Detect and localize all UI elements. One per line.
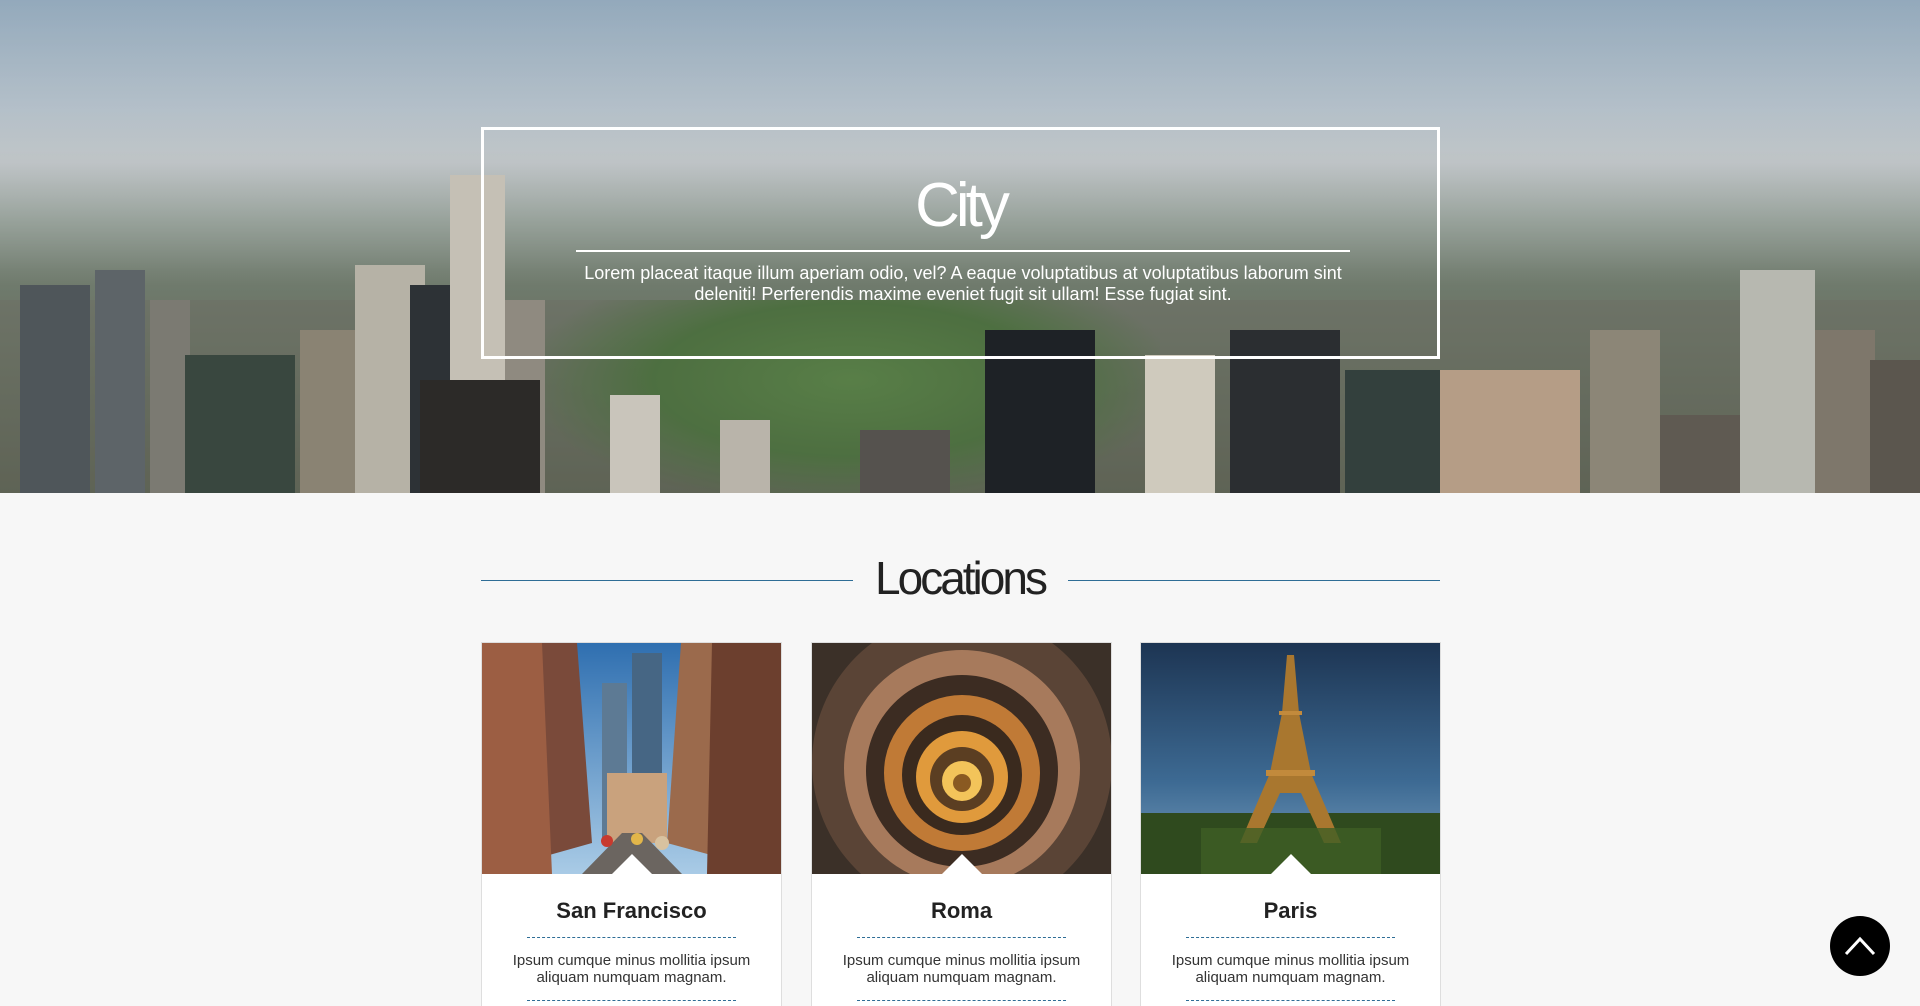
hero-title: City — [915, 171, 1010, 240]
card-divider-top — [857, 937, 1066, 938]
san-francisco-image — [482, 643, 781, 874]
hero-title-frame: City Lorem placeat itaque illum aperiam … — [481, 127, 1440, 359]
roma-image — [812, 643, 1111, 874]
card-divider-bottom — [527, 1000, 736, 1001]
location-card-san-francisco[interactable]: San Francisco Ipsum cumque minus molliti… — [481, 642, 782, 1006]
card-divider-top — [527, 937, 736, 938]
scroll-to-top-button[interactable] — [1830, 916, 1890, 976]
card-notch — [1270, 854, 1312, 875]
locations-heading-line-right — [1068, 580, 1440, 581]
hero-description: Lorem placeat itaque illum aperiam odio,… — [584, 263, 1342, 304]
hero-divider — [576, 250, 1350, 252]
location-card-paris[interactable]: Paris Ipsum cumque minus mollitia ipsum … — [1140, 642, 1441, 1006]
hero-banner: City Lorem placeat itaque illum aperiam … — [0, 0, 1920, 493]
card-notch — [611, 854, 653, 875]
card-title: San Francisco — [556, 898, 707, 923]
paris-image — [1141, 643, 1440, 874]
card-notch — [941, 854, 983, 875]
card-description: Ipsum cumque minus mollitia ipsum aliqua… — [842, 952, 1081, 986]
card-title: Paris — [1263, 898, 1318, 923]
card-title: Roma — [930, 898, 993, 923]
card-description: Ipsum cumque minus mollitia ipsum aliqua… — [1171, 952, 1410, 986]
card-divider-bottom — [857, 1000, 1066, 1001]
chevron-up-icon — [1844, 936, 1876, 956]
card-description: Ipsum cumque minus mollitia ipsum aliqua… — [512, 952, 751, 986]
locations-heading: Locations — [875, 552, 1048, 604]
card-divider-bottom — [1186, 1000, 1395, 1001]
card-divider-top — [1186, 937, 1395, 938]
location-card-roma[interactable]: Roma Ipsum cumque minus mollitia ipsum a… — [811, 642, 1112, 1006]
